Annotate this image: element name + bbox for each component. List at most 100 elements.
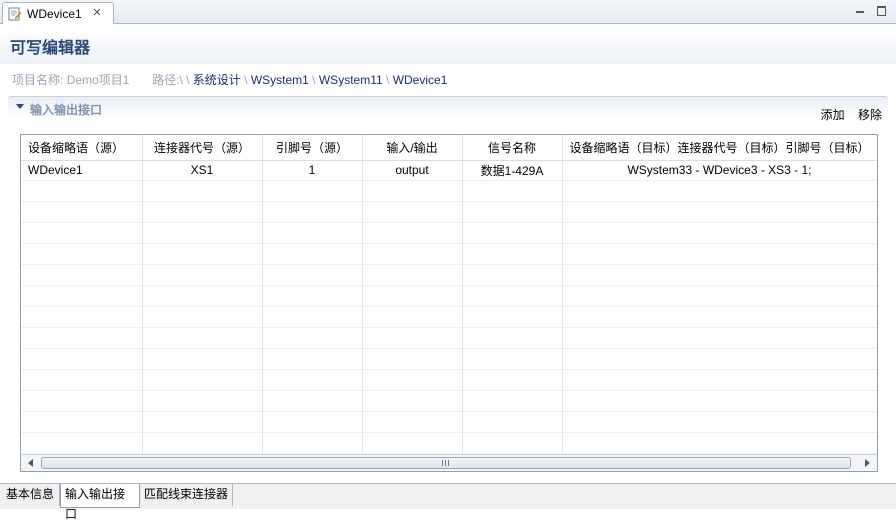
empty-cell [462, 285, 563, 307]
column-header[interactable]: 输入/输出 [362, 135, 463, 161]
empty-cell [142, 285, 263, 307]
empty-cell [142, 264, 263, 286]
empty-cell [362, 285, 463, 307]
empty-cell [262, 201, 363, 223]
empty-cell [362, 243, 463, 265]
empty-cell [142, 390, 263, 412]
minimize-icon[interactable] [853, 4, 867, 17]
path-separator: \ [244, 73, 248, 87]
table-cell: WSystem33 - WDevice3 - XS3 - 1; [562, 160, 877, 181]
form-title: 可写编辑器 [10, 40, 91, 57]
empty-cell [562, 264, 877, 286]
empty-cell [462, 369, 563, 391]
empty-cell [262, 285, 363, 307]
maximize-icon[interactable] [874, 4, 888, 17]
empty-cell [142, 432, 263, 454]
empty-cell [562, 306, 877, 328]
column-header[interactable]: 信号名称 [462, 135, 563, 161]
collapse-triangle-icon[interactable] [16, 104, 24, 109]
empty-cell [262, 369, 363, 391]
empty-table-row [21, 201, 877, 223]
empty-cell [362, 327, 463, 349]
empty-cell [262, 432, 363, 454]
empty-cell [362, 411, 463, 433]
empty-table-row [21, 327, 877, 349]
empty-cell [362, 369, 463, 391]
column-header[interactable]: 设备缩略语（目标）连接器代号（目标）引脚号（目标） [562, 135, 877, 161]
column-header[interactable]: 连接器代号（源） [142, 135, 263, 161]
empty-cell [562, 327, 877, 349]
horizontal-scrollbar[interactable] [20, 454, 878, 472]
scroll-left-icon[interactable] [28, 459, 33, 467]
empty-cell [262, 327, 363, 349]
section-title[interactable]: 输入输出接口 [30, 101, 102, 118]
empty-cell [562, 348, 877, 370]
empty-cell [362, 222, 463, 244]
table-row[interactable]: WDevice1 XS1 1 output 数据1-429A WSystem33… [21, 160, 877, 181]
empty-cell [462, 411, 563, 433]
empty-cell [362, 306, 463, 328]
tab-basic-info[interactable]: 基本信息 [2, 484, 60, 506]
empty-table-row [21, 432, 877, 454]
close-icon[interactable]: ✕ [91, 6, 103, 20]
info-line: 项目名称: Demo项目1 路径:\ \ 系统设计 \ WSystem1 \ W… [12, 71, 447, 88]
empty-cell [21, 390, 143, 412]
table-header-row: 设备缩略语（源） 连接器代号（源） 引脚号（源） 输入/输出 信号名称 设备缩略… [21, 135, 877, 161]
path-separator: \ [186, 73, 190, 87]
table-cell: XS1 [142, 160, 263, 181]
empty-cell [562, 285, 877, 307]
empty-cell [262, 264, 363, 286]
io-table: 设备缩略语（源） 连接器代号（源） 引脚号（源） 输入/输出 信号名称 设备缩略… [20, 134, 878, 472]
empty-table-row [21, 411, 877, 433]
column-header[interactable]: 设备缩略语（源） [21, 135, 143, 161]
empty-cell [562, 369, 877, 391]
empty-table-row [21, 390, 877, 412]
breadcrumb-item[interactable]: WSystem1 [251, 73, 309, 87]
empty-cell [142, 180, 263, 202]
breadcrumb-item[interactable]: WSystem11 [319, 73, 383, 87]
tab-io-interface[interactable]: 输入输出接口 [60, 484, 140, 521]
scroll-right-icon[interactable] [865, 459, 870, 467]
empty-cell [362, 264, 463, 286]
empty-cell [262, 348, 363, 370]
empty-cell [142, 327, 263, 349]
remove-button[interactable]: 移除 [858, 108, 882, 122]
empty-cell [462, 327, 563, 349]
editor-file-icon [8, 7, 22, 21]
empty-cell [562, 243, 877, 265]
empty-cell [21, 222, 143, 244]
empty-table-row [21, 180, 877, 202]
path-separator: \ [312, 73, 316, 87]
empty-cell [142, 222, 263, 244]
empty-cell [462, 390, 563, 412]
breadcrumb-item[interactable]: 系统设计 [193, 73, 241, 87]
empty-table-row [21, 285, 877, 307]
table-cell: output [362, 160, 463, 181]
empty-cell [462, 264, 563, 286]
empty-table-row [21, 348, 877, 370]
empty-cell [21, 348, 143, 370]
table-cell: WDevice1 [21, 160, 143, 181]
add-button[interactable]: 添加 [821, 108, 845, 122]
section-io-interface: 输入输出接口 [8, 96, 888, 118]
scrollbar-thumb[interactable] [41, 457, 851, 469]
empty-cell [362, 390, 463, 412]
empty-cell [21, 327, 143, 349]
empty-cell [562, 180, 877, 202]
column-header[interactable]: 引脚号（源） [262, 135, 363, 161]
empty-cell [562, 432, 877, 454]
empty-cell [21, 306, 143, 328]
breadcrumb-item[interactable]: WDevice1 [393, 73, 448, 87]
editor-tab-wdevice1[interactable]: WDevice1 ✕ [2, 2, 114, 25]
empty-cell [462, 432, 563, 454]
empty-cell [462, 180, 563, 202]
empty-cell [362, 201, 463, 223]
empty-cell [21, 264, 143, 286]
window-controls [849, 4, 888, 20]
empty-cell [142, 306, 263, 328]
tab-matching-harness-connector[interactable]: 匹配线束连接器 [140, 484, 233, 506]
table-cell: 数据1-429A [462, 160, 563, 181]
empty-cell [262, 180, 363, 202]
editor-tab-bar: WDevice1 ✕ [0, 0, 896, 25]
project-name-label: 项目名称: [12, 73, 64, 87]
